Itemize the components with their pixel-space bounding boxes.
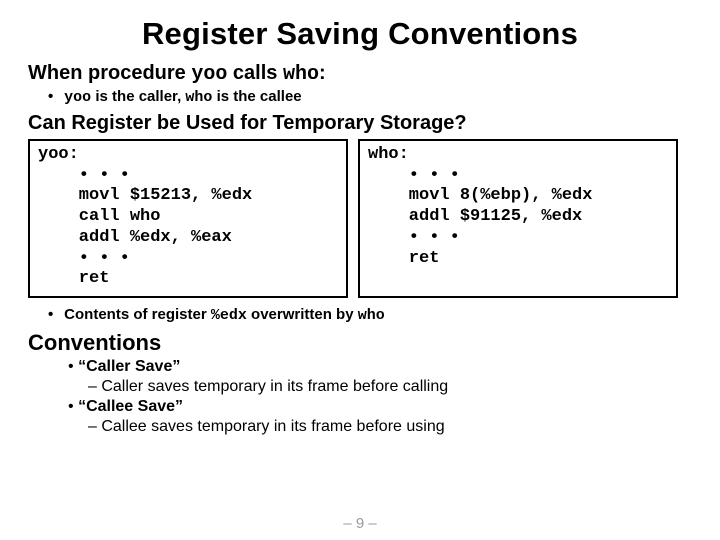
text: is the callee — [212, 88, 301, 105]
text: : — [319, 62, 326, 84]
bullet-caller-callee: • yoo is the caller, who is the callee — [48, 88, 692, 106]
code-inline-edx: %edx — [211, 307, 247, 324]
code-inline-who: who — [185, 89, 212, 106]
text: is the caller, — [91, 88, 185, 105]
bullet-callee-save: • “Callee Save” — [68, 398, 692, 416]
conventions-heading: Conventions — [28, 330, 692, 356]
text: “Caller Save” — [78, 358, 180, 375]
callee-save-detail: – Callee saves temporary in its frame be… — [88, 418, 692, 436]
slide-title: Register Saving Conventions — [28, 16, 692, 52]
text: Contents of register — [64, 306, 211, 323]
code-row: yoo: • • • movl $15213, %edx call who ad… — [28, 139, 692, 298]
text: calls — [227, 62, 283, 84]
caller-save-detail: – Caller saves temporary in its frame be… — [88, 378, 692, 396]
question-heading: Can Register be Used for Temporary Stora… — [28, 112, 692, 135]
bullet-dot-icon: • — [48, 306, 60, 323]
text: overwritten by — [247, 306, 358, 323]
bullet-overwritten: • Contents of register %edx overwritten … — [48, 306, 692, 324]
code-who: who: • • • movl 8(%ebp), %edx addl $9112… — [358, 139, 678, 298]
bullet-dot-icon: • — [68, 358, 74, 375]
code-inline-yoo: yoo — [191, 63, 227, 86]
code-yoo: yoo: • • • movl $15213, %edx call who ad… — [28, 139, 348, 298]
code-inline-who: who — [358, 307, 385, 324]
bullet-dot-icon: • — [68, 398, 74, 415]
when-line: When procedure yoo calls who: — [28, 62, 692, 86]
text: When procedure — [28, 62, 191, 84]
page-number: – 9 – — [0, 515, 720, 532]
bullet-dot-icon: • — [48, 88, 60, 105]
code-inline-yoo: yoo — [64, 89, 91, 106]
slide: Register Saving Conventions When procedu… — [0, 0, 720, 540]
bullet-caller-save: • “Caller Save” — [68, 358, 692, 376]
text: “Callee Save” — [78, 398, 183, 415]
code-inline-who: who — [283, 63, 319, 86]
